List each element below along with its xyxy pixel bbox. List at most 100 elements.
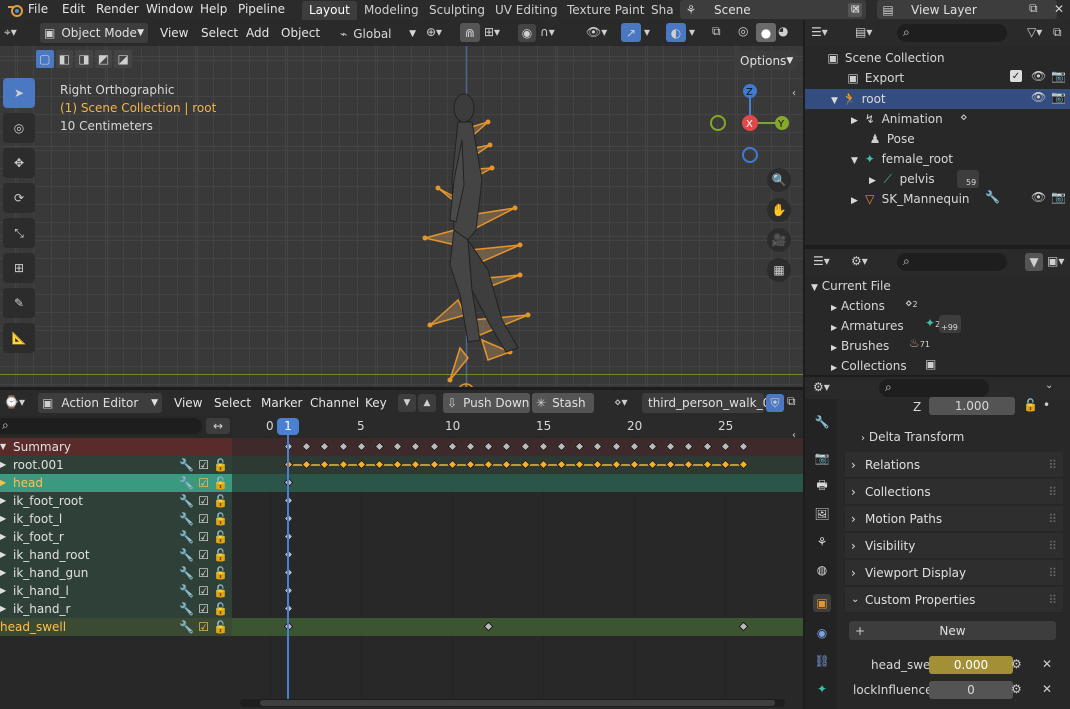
tree-item-female-root[interactable]: ▼ ✦ female_root xyxy=(851,150,953,168)
gear-icon[interactable]: ⚙ xyxy=(1011,657,1022,671)
keyframe[interactable] xyxy=(374,459,385,470)
drag-handle-icon[interactable]: ⠿ xyxy=(1048,506,1057,532)
summary-keyframe[interactable] xyxy=(374,441,385,452)
summary-keyframe[interactable] xyxy=(410,441,421,452)
drag-handle-icon[interactable]: ⠿ xyxy=(1048,479,1057,505)
snap-icon[interactable]: ⋒ xyxy=(460,23,480,42)
summary-keyframe[interactable] xyxy=(338,441,349,452)
summary-keyframe[interactable] xyxy=(501,441,512,452)
data-item-brushes[interactable]: ▶ Brushes xyxy=(831,337,889,357)
measure-tool[interactable]: 📐 xyxy=(3,323,35,353)
summary-keyframe[interactable] xyxy=(556,441,567,452)
summary-keyframe[interactable] xyxy=(538,441,549,452)
cursor-tool[interactable]: ◎ xyxy=(3,113,35,143)
menu-render[interactable]: Render xyxy=(96,2,139,16)
keyframe[interactable] xyxy=(665,459,676,470)
select-invert-icon[interactable]: ◩ xyxy=(94,50,113,68)
keyframe[interactable] xyxy=(611,459,622,470)
visibility-panel[interactable]: › Visibility ⠿ xyxy=(845,533,1063,559)
solid-shading-icon[interactable]: ● xyxy=(756,23,776,42)
render-tab-icon[interactable]: 📷 xyxy=(813,449,831,467)
summary-keyframe[interactable] xyxy=(702,441,713,452)
options-button[interactable]: Options ▼ xyxy=(734,51,796,70)
eye-icon[interactable]: 👁 xyxy=(1031,190,1046,204)
mode-selector[interactable]: ▣ Object Mode ▼ xyxy=(40,23,148,43)
summary-keyframe[interactable] xyxy=(447,441,458,452)
tree-item-root[interactable]: ▼ 🏃 root xyxy=(831,90,886,108)
pivot-icon[interactable]: ⊕▾ xyxy=(426,25,442,39)
tab-shading[interactable]: Sha xyxy=(644,1,681,20)
tree-item-export[interactable]: ▣ Export xyxy=(845,69,904,87)
custom-properties-panel[interactable]: ⌄ Custom Properties ⠿ xyxy=(845,587,1063,613)
menu-select[interactable]: Select xyxy=(201,26,238,40)
keyframe[interactable] xyxy=(338,459,349,470)
output-tab-icon[interactable]: 🖶 xyxy=(813,477,831,495)
object-data-tab-icon[interactable]: ✦ xyxy=(813,680,831,698)
mannequin-figure[interactable] xyxy=(410,90,550,387)
drag-handle-icon[interactable]: ⠿ xyxy=(1048,587,1057,613)
select-new-icon[interactable]: ▢ xyxy=(36,50,54,68)
viewport-display-panel[interactable]: › Viewport Display ⠿ xyxy=(845,560,1063,586)
menu-edit[interactable]: Edit xyxy=(62,2,85,16)
tab-modeling[interactable]: Modeling xyxy=(357,1,426,20)
display-mode-icon[interactable]: ▤▾ xyxy=(855,25,872,39)
close-icon[interactable]: ✕ xyxy=(1042,682,1052,696)
camera-icon[interactable]: 📷 xyxy=(1051,190,1066,204)
wireframe-shading-icon[interactable]: ◎ xyxy=(738,24,748,38)
keyframe[interactable] xyxy=(392,459,403,470)
tree-item-scene-collection[interactable]: ▣ Scene Collection xyxy=(825,49,944,67)
summary-keyframe[interactable] xyxy=(592,441,603,452)
chevron-down-icon[interactable]: ▾ xyxy=(689,25,695,39)
scrollbar-thumb[interactable] xyxy=(260,700,775,706)
keyframe[interactable] xyxy=(410,459,421,470)
keyframe[interactable] xyxy=(538,459,549,470)
new-collection-icon[interactable]: ⧉ xyxy=(1053,25,1062,40)
xray-icon[interactable]: ⧉ xyxy=(712,24,721,39)
keyframe[interactable] xyxy=(483,621,494,632)
menu-add[interactable]: Add xyxy=(246,26,269,40)
keyframe[interactable] xyxy=(556,459,567,470)
tab-sculpting[interactable]: Sculpting xyxy=(422,1,492,20)
checkbox-icon[interactable]: ✓ xyxy=(1010,70,1022,82)
delete-scene-icon[interactable]: ✕ xyxy=(851,2,861,16)
summary-keyframe[interactable] xyxy=(483,441,494,452)
summary-keyframe[interactable] xyxy=(465,441,476,452)
camera-icon[interactable]: 📷 xyxy=(1051,69,1066,83)
navigation-gizmo[interactable]: Z Y X xyxy=(700,78,800,178)
scale-tool[interactable]: ⤡ xyxy=(3,218,35,248)
playhead-line[interactable] xyxy=(287,430,289,702)
display-mode-icon[interactable]: ⚙▾ xyxy=(851,254,868,268)
gizmo-toggle-icon[interactable]: ↗ xyxy=(621,23,641,42)
lock-influence-value-field[interactable]: 0 xyxy=(929,681,1013,699)
summary-keyframe[interactable] xyxy=(611,441,622,452)
filter-icon[interactable]: ▼ xyxy=(1025,253,1043,271)
blend-data-search-input[interactable]: ⌕ xyxy=(897,253,1007,271)
keyframe[interactable] xyxy=(702,459,713,470)
falloff-icon[interactable]: ∩▾ xyxy=(540,25,555,39)
keyframe[interactable] xyxy=(520,459,531,470)
camera-icon[interactable]: 🎥 xyxy=(767,228,791,252)
summary-keyframe[interactable] xyxy=(683,441,694,452)
keyframe[interactable] xyxy=(465,459,476,470)
menu-object[interactable]: Object xyxy=(281,26,320,40)
editor-type-icon[interactable]: ⌖▾ xyxy=(4,25,17,40)
proportional-edit-icon[interactable]: ◉ xyxy=(518,24,536,42)
annotate-tool[interactable]: ✎ xyxy=(3,288,35,318)
keyframe[interactable] xyxy=(319,459,330,470)
keyframe[interactable] xyxy=(574,459,585,470)
data-item-collections[interactable]: ▶ Collections xyxy=(831,357,907,377)
keyframe[interactable] xyxy=(683,459,694,470)
summary-keyframe[interactable] xyxy=(429,441,440,452)
menu-file[interactable]: File xyxy=(28,2,48,16)
tree-item-pose[interactable]: ♟ Pose xyxy=(867,130,915,148)
world-tab-icon[interactable]: ◍ xyxy=(813,561,831,579)
keyframe[interactable] xyxy=(592,459,603,470)
drag-handle-icon[interactable]: ⠿ xyxy=(1048,452,1057,478)
tool-tab-icon[interactable]: 🔧 xyxy=(813,413,831,431)
snap-target-icon[interactable]: ⊞▾ xyxy=(484,25,500,39)
current-frame-indicator[interactable]: 1 xyxy=(277,418,299,435)
view-layer-tab-icon[interactable]: 🖼 xyxy=(813,505,831,523)
gear-icon[interactable]: ⚙ xyxy=(1011,682,1022,696)
summary-keyframe[interactable] xyxy=(629,441,640,452)
tab-uv-editing[interactable]: UV Editing xyxy=(488,1,565,20)
